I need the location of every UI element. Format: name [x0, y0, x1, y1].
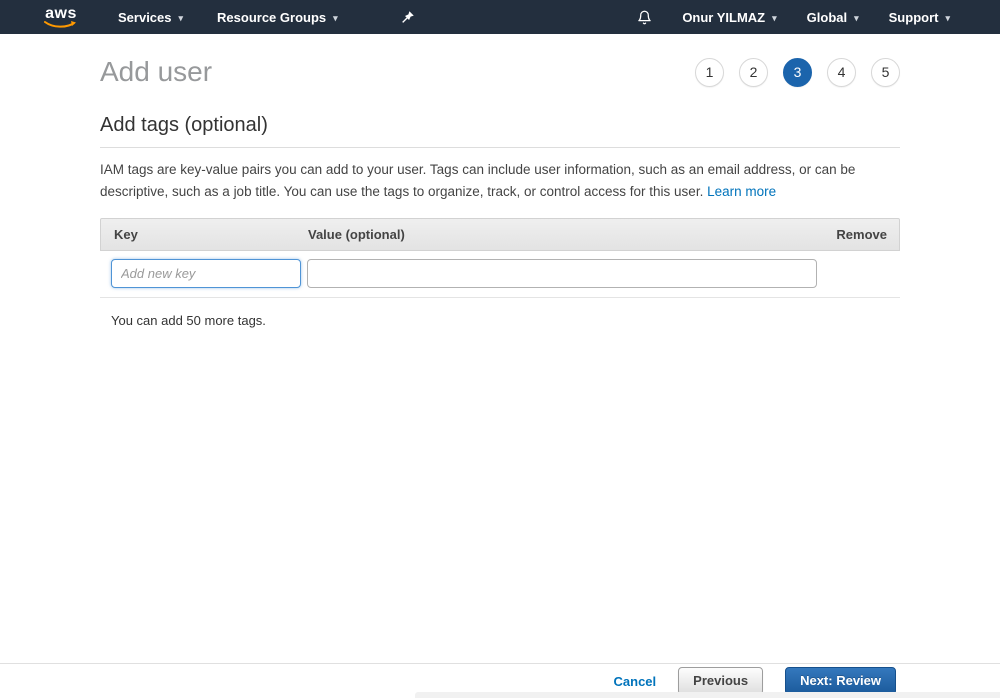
top-navbar: aws Services ▾ Resource Groups ▾ Onur YI… [0, 0, 1000, 34]
resource-groups-menu-label: Resource Groups [217, 9, 327, 25]
aws-console-page: aws Services ▾ Resource Groups ▾ Onur YI… [0, 0, 1000, 698]
aws-logo[interactable]: aws [44, 5, 78, 29]
region-menu-label: Global [806, 9, 848, 25]
resource-groups-menu[interactable]: Resource Groups ▾ [217, 10, 338, 25]
bottom-feedback-bar-edge [415, 692, 1000, 698]
pin-icon [401, 10, 414, 23]
bell-icon [638, 10, 652, 24]
wizard-step-4: 4 [827, 57, 856, 87]
remaining-tags-note: You can add 50 more tags. [111, 312, 266, 328]
chevron-down-icon: ▾ [945, 12, 950, 23]
wizard-step-indicator: 1 2 3 4 5 [695, 57, 900, 87]
chevron-down-icon: ▾ [333, 12, 338, 23]
tag-value-input[interactable] [307, 258, 817, 288]
services-menu[interactable]: Services ▾ [118, 10, 183, 25]
tags-table: Key Value (optional) Remove You can add … [100, 217, 900, 328]
section-heading: Add tags (optional) [100, 114, 900, 148]
column-header-value: Value (optional) [308, 226, 405, 242]
column-header-key: Key [114, 226, 138, 242]
wizard-step-2: 2 [739, 57, 768, 87]
tag-key-input[interactable] [111, 258, 301, 288]
notifications-button[interactable] [637, 9, 652, 26]
chevron-down-icon: ▾ [178, 12, 184, 23]
navbar-left-menu: Services ▾ Resource Groups ▾ [118, 10, 415, 25]
column-header-remove: Remove [836, 226, 887, 242]
main-content: Add user 1 2 3 4 5 Add tags (optional) I… [100, 56, 900, 328]
page-title: Add user [100, 56, 213, 87]
tag-input-row [100, 251, 900, 298]
support-menu[interactable]: Support ▾ [889, 10, 950, 25]
aws-logo-swoosh-icon [44, 20, 76, 28]
key-cell [100, 258, 307, 288]
services-menu-label: Services [118, 9, 172, 25]
wizard-step-1: 1 [695, 57, 724, 87]
navbar-right-menu: Onur YILMAZ ▾ Global ▾ Support ▾ [637, 9, 1000, 26]
cancel-link[interactable]: Cancel [614, 674, 657, 689]
value-cell [307, 258, 900, 288]
tags-table-header: Key Value (optional) Remove [100, 217, 900, 251]
wizard-step-5: 5 [871, 57, 900, 87]
page-header: Add user 1 2 3 4 5 [100, 56, 900, 88]
account-menu-label: Onur YILMAZ [682, 9, 766, 25]
region-menu[interactable]: Global ▾ [807, 10, 859, 25]
wizard-step-3-active: 3 [783, 57, 812, 87]
section-description: IAM tags are key-value pairs you can add… [100, 159, 900, 204]
chevron-down-icon: ▾ [772, 12, 777, 23]
learn-more-link[interactable]: Learn more [707, 184, 776, 199]
chevron-down-icon: ▾ [854, 12, 859, 23]
pin-shortcut-button[interactable] [400, 10, 415, 25]
previous-button[interactable]: Previous [678, 667, 764, 695]
support-menu-label: Support [888, 9, 939, 25]
account-menu[interactable]: Onur YILMAZ ▾ [682, 10, 776, 25]
next-review-button[interactable]: Next: Review [785, 667, 896, 695]
